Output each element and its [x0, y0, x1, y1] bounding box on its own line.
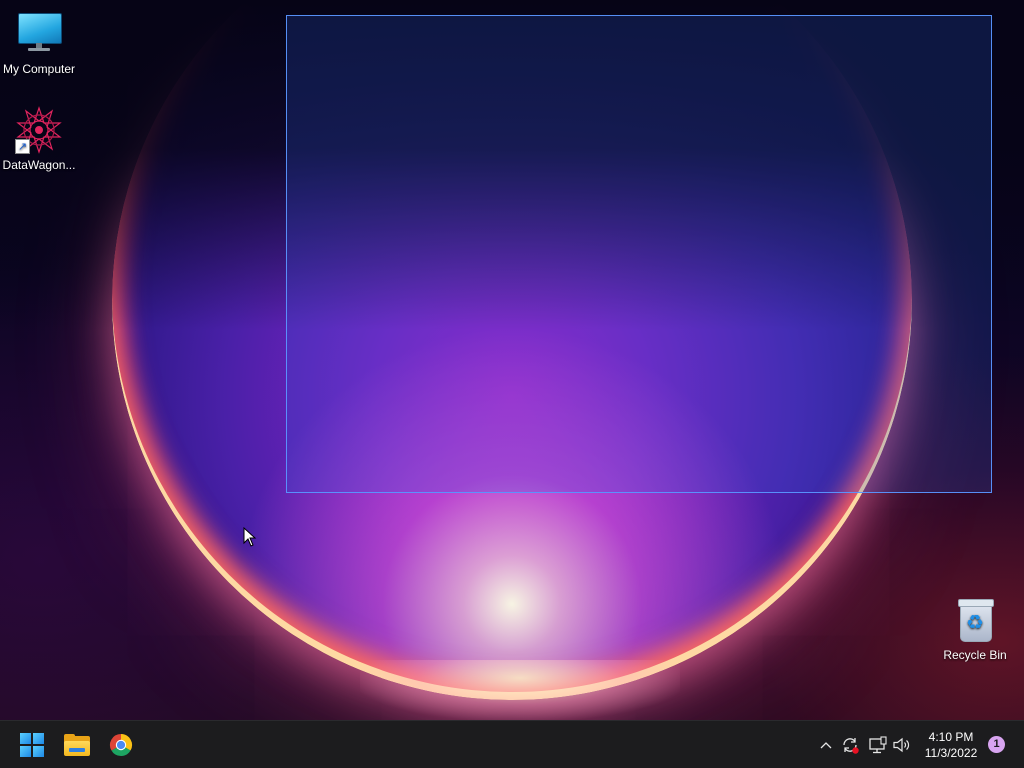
start-button[interactable]	[12, 725, 52, 765]
wallpaper-glow	[360, 660, 680, 720]
desktop-selection-marquee	[286, 15, 992, 493]
network-icon	[869, 736, 887, 754]
desktop-icon-recycle-bin[interactable]: ♻ Recycle Bin	[936, 596, 1014, 662]
notification-badge[interactable]: 1	[988, 736, 1005, 753]
mouse-cursor-icon	[243, 527, 257, 547]
chrome-icon	[109, 734, 133, 757]
windows-logo-icon	[20, 733, 44, 757]
chevron-up-icon	[820, 742, 832, 749]
chrome-button[interactable]	[101, 725, 141, 765]
volume-icon	[893, 737, 910, 753]
desktop-icon-my-computer[interactable]: My Computer	[0, 10, 78, 76]
desktop-icon-label: Recycle Bin	[943, 648, 1007, 662]
recycle-bin-icon: ♻	[951, 596, 999, 644]
sync-icon	[843, 738, 859, 754]
network-button[interactable]	[866, 733, 890, 757]
sync-status-button[interactable]	[838, 733, 862, 757]
show-hidden-icons-button[interactable]	[814, 733, 838, 757]
volume-button[interactable]	[890, 733, 914, 757]
folder-icon	[64, 734, 90, 756]
desktop-icon-label: DataWagon...	[2, 158, 76, 172]
clock-time: 4:10 PM	[928, 730, 974, 744]
datawagon-star-icon: ↗	[15, 106, 63, 154]
desktop-icon-label: My Computer	[2, 62, 76, 76]
taskbar: 4:10 PM 11/3/2022 1	[0, 720, 1024, 768]
desktop-icon-datawagon[interactable]: ↗ DataWagon...	[0, 106, 78, 172]
shortcut-arrow-icon: ↗	[15, 139, 30, 154]
taskbar-clock[interactable]: 4:10 PM 11/3/2022	[918, 729, 984, 761]
clock-date: 11/3/2022	[924, 746, 978, 760]
file-explorer-button[interactable]	[57, 725, 97, 765]
monitor-icon	[15, 10, 63, 58]
